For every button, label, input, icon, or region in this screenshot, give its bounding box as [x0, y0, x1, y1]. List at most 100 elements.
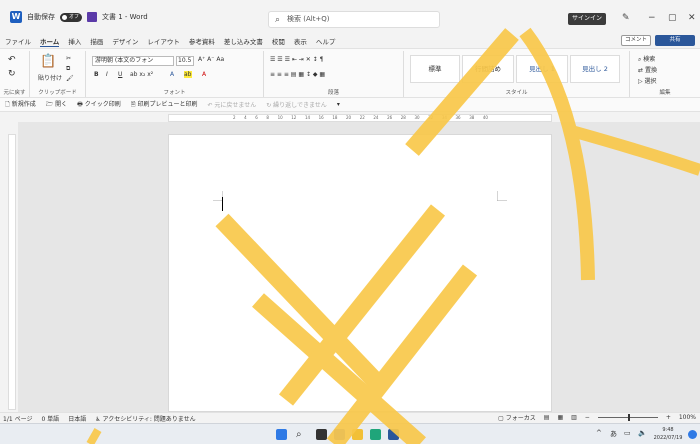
zoom-knob[interactable] — [627, 414, 630, 421]
find-button[interactable]: ⌕ 検索 — [638, 54, 655, 64]
network-icon[interactable]: ▭ — [624, 429, 631, 437]
redo-disabled-button[interactable]: ↻ 繰り返しできません — [266, 100, 327, 109]
paste-icon[interactable]: 📋 — [40, 54, 56, 69]
ruler-tick: 6 — [255, 115, 258, 120]
task-view-icon[interactable] — [316, 429, 327, 440]
style-normal[interactable]: 標準 — [410, 55, 460, 83]
comment-button[interactable]: コメント — [621, 35, 651, 46]
zoom-slider[interactable] — [597, 414, 658, 421]
search-placeholder: 検索 (Alt+Q) — [287, 15, 330, 23]
maximize-icon[interactable]: ▢ — [668, 13, 677, 23]
paste-label[interactable]: 貼り付け — [38, 73, 62, 82]
notification-icon[interactable] — [688, 430, 697, 439]
bold-icon[interactable]: B — [94, 71, 99, 78]
ruler-tick: 20 — [346, 115, 352, 120]
quick-print-button[interactable]: 🖶 クイック印刷 — [77, 99, 121, 110]
qat-customize-icon[interactable]: ▾ — [337, 101, 340, 108]
print-layout-icon[interactable]: ▦ — [557, 414, 563, 421]
select-label: 選択 — [644, 78, 657, 85]
menu-layout[interactable]: レイアウト — [147, 36, 180, 46]
copy-icon[interactable]: ⧉ — [66, 65, 70, 73]
style-heading-2[interactable]: 見出し 2 — [570, 55, 620, 83]
style-no-spacing[interactable]: 行間詰め — [462, 55, 514, 83]
style-heading-1[interactable]: 見出し 1 — [516, 55, 568, 83]
save-icon[interactable] — [87, 12, 97, 22]
signin-button[interactable]: サインイン — [568, 13, 606, 25]
new-document-button[interactable]: 🗋 新規作成 — [5, 99, 36, 110]
volume-icon[interactable]: 🔈 — [638, 429, 647, 437]
web-layout-icon[interactable]: ▥ — [571, 414, 577, 421]
ruler-tick: 38 — [469, 115, 475, 120]
autosave-toggle[interactable]: オフ — [60, 12, 82, 22]
close-icon[interactable]: ✕ — [688, 13, 696, 23]
text-effects-icon[interactable]: A — [170, 71, 174, 78]
share-button[interactable]: 共有 — [655, 35, 695, 46]
strikethrough-icon[interactable]: ab x₂ x² — [130, 71, 153, 78]
undo-disabled-button[interactable]: ↶ 元に戻せません — [207, 100, 256, 109]
menu-mailings[interactable]: 差し込み文書 — [224, 36, 263, 46]
highlight-icon[interactable]: ab — [184, 71, 192, 78]
ruler-tick: 34 — [441, 115, 447, 120]
redo-icon[interactable]: ↻ — [8, 69, 16, 79]
document-page[interactable] — [168, 134, 552, 412]
font-group-label: フォント — [163, 90, 186, 96]
vertical-ruler[interactable] — [8, 134, 16, 410]
redo-disabled-label: 繰り返しできません — [273, 102, 327, 109]
font-name-select[interactable]: 游明朝 (本文のフォン — [92, 56, 174, 66]
menu-view[interactable]: 表示 — [294, 36, 307, 46]
accessibility-status[interactable]: ♿ アクセシビリティ: 問題ありません — [95, 414, 195, 423]
font-color-icon[interactable]: A — [202, 71, 206, 78]
word-count[interactable]: 0 単語 — [41, 414, 59, 423]
clock[interactable]: 9:48 2022/07/19 — [650, 426, 686, 442]
text-cursor — [222, 197, 223, 211]
select-button[interactable]: ▷ 選択 — [638, 76, 657, 85]
menu-draw[interactable]: 描画 — [90, 36, 103, 46]
search-taskbar-icon[interactable]: ⌕ — [296, 429, 307, 440]
zoom-out-icon[interactable]: − — [585, 414, 590, 421]
search-input[interactable]: ⌕ 検索 (Alt+Q) — [268, 11, 440, 28]
page-count[interactable]: 1/1 ページ — [3, 414, 32, 423]
read-mode-icon[interactable]: ▤ — [544, 414, 550, 421]
bullets-icon[interactable]: ☰ ☰ ☰ ⇤ ⇥ ✕ ↕ ¶ — [270, 56, 323, 63]
zoom-in-icon[interactable]: + — [666, 414, 671, 421]
replace-button[interactable]: ⇄ 置換 — [638, 65, 657, 74]
pen-icon[interactable]: ✎ — [622, 13, 630, 23]
start-icon[interactable] — [276, 429, 287, 440]
grow-font-icon[interactable]: A⁺ A⁻ Aa — [198, 56, 224, 63]
print-preview-button[interactable]: 🗎 印刷プレビューと印刷 — [131, 99, 198, 110]
menu-home[interactable]: ホーム — [40, 36, 60, 47]
accessibility-label: アクセシビリティ: 問題ありません — [102, 415, 196, 423]
chat-icon[interactable] — [334, 429, 345, 440]
menu-review[interactable]: 校閲 — [272, 36, 285, 46]
ime-indicator[interactable]: あ — [610, 429, 617, 439]
italic-icon[interactable]: I — [106, 71, 108, 78]
menu-file[interactable]: ファイル — [5, 36, 31, 46]
format-painter-icon[interactable]: 🖌 — [66, 75, 74, 82]
zoom-level[interactable]: 100% — [679, 414, 696, 421]
align-icon[interactable]: ≡ ≡ ≡ ▤ ▦ ↕ ◆ ▦ — [270, 71, 325, 78]
undo-group: ↶ ↻ 元に戻す — [0, 51, 30, 97]
ruler-tick: 36 — [455, 115, 461, 120]
find-label: 検索 — [643, 56, 656, 63]
menu-help[interactable]: ヘルプ — [316, 36, 336, 46]
language-indicator[interactable]: 日本語 — [68, 414, 86, 423]
ruler-ticks: 2 4 6 8 10 12 14 16 18 20 22 24 26 28 30 32 34 36 38 40 — [169, 115, 551, 121]
menu-insert[interactable]: 挿入 — [68, 36, 81, 46]
minimize-icon[interactable]: − — [648, 13, 656, 23]
horizontal-ruler[interactable]: 2 4 6 8 10 12 14 16 18 20 22 24 26 28 30 32 34 36 38 40 — [168, 114, 552, 122]
menu-design[interactable]: デザイン — [112, 36, 138, 46]
ribbon: ↶ ↻ 元に戻す 📋 貼り付け ✂ ⧉ 🖌 クリップボード 游明朝 (本文のフォ… — [0, 48, 700, 98]
focus-button[interactable]: ▢ フォーカス — [498, 413, 536, 422]
word-taskbar-icon[interactable] — [388, 429, 399, 440]
font-size-select[interactable]: 10.5 — [176, 56, 194, 66]
undo-icon[interactable]: ↶ — [8, 55, 16, 65]
edge-icon[interactable] — [370, 429, 381, 440]
autosave-state: オフ — [69, 13, 80, 20]
print-preview-label: 印刷プレビューと印刷 — [137, 101, 198, 108]
explorer-icon[interactable] — [352, 429, 363, 440]
open-button[interactable]: 🗁 開く — [46, 99, 67, 110]
underline-icon[interactable]: U — [118, 71, 122, 78]
tray-chevron-icon[interactable]: ^ — [596, 429, 602, 437]
menu-references[interactable]: 参考資料 — [189, 36, 215, 46]
cut-icon[interactable]: ✂ — [66, 55, 71, 62]
